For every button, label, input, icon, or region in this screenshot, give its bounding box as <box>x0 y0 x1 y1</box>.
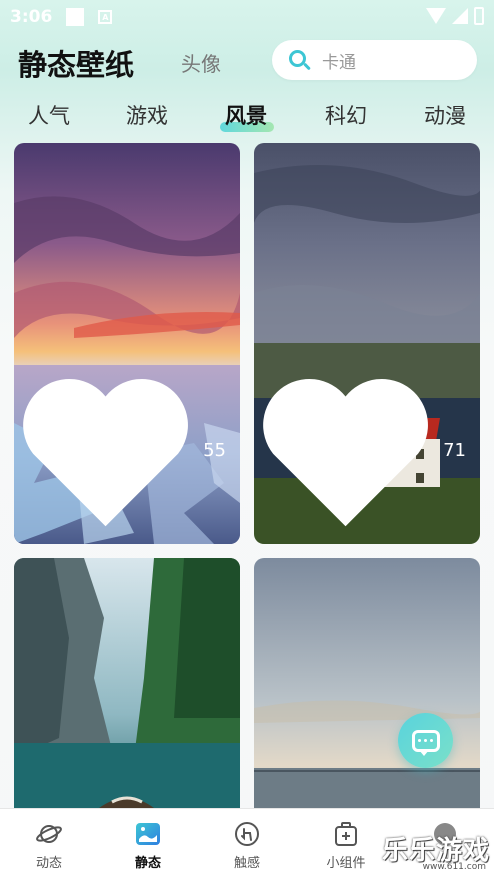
wifi-icon <box>426 8 446 24</box>
header: 静态壁纸 头像 卡通 <box>0 38 494 88</box>
notification-icon <box>66 8 85 26</box>
wallpaper-card[interactable]: 71 <box>254 143 480 544</box>
wallpaper-image <box>14 558 240 818</box>
planet-icon <box>36 825 62 843</box>
image-icon <box>136 823 160 845</box>
like-count-text: 55 <box>203 439 226 461</box>
nav-item-static[interactable]: 静态 <box>108 821 188 871</box>
app-notification-icon: A <box>98 10 113 24</box>
page-title[interactable]: 静态壁纸 <box>18 42 134 84</box>
nav-item-widget[interactable]: 小组件 <box>306 821 386 871</box>
nav-label: 小组件 <box>326 856 366 871</box>
tab-scifi[interactable]: 科幻 <box>325 100 367 130</box>
heart-icon <box>263 379 428 527</box>
nav-label: 静态 <box>134 856 161 871</box>
tab-anime[interactable]: 动漫 <box>424 100 466 130</box>
wallpaper-card[interactable] <box>14 558 240 818</box>
touch-icon <box>235 822 259 846</box>
status-time: 3:06 <box>10 7 53 27</box>
tab-scenery[interactable]: 风景 <box>225 100 267 130</box>
nav-label: 动态 <box>35 856 62 871</box>
widget-icon <box>335 822 357 846</box>
nav-item-touch[interactable]: 触感 <box>207 821 287 871</box>
wallpaper-card[interactable]: 55 <box>14 143 240 544</box>
wallpaper-card[interactable] <box>254 558 480 818</box>
nav-label: 触感 <box>233 856 260 871</box>
signal-icon <box>452 8 468 24</box>
search-input[interactable]: 卡通 <box>322 48 356 73</box>
nav-item-dynamic[interactable]: 动态 <box>9 821 89 871</box>
like-count[interactable]: 55 <box>14 366 226 534</box>
battery-icon <box>474 7 484 25</box>
tab-avatar[interactable]: 头像 <box>181 48 221 77</box>
status-icons <box>426 7 484 25</box>
heart-icon <box>23 379 188 527</box>
like-count-text: 71 <box>443 439 466 461</box>
chat-bubble-icon <box>411 729 440 756</box>
search-bar[interactable]: 卡通 <box>272 40 477 80</box>
tab-popular[interactable]: 人气 <box>28 100 70 130</box>
like-count[interactable]: 71 <box>254 366 466 534</box>
tab-games[interactable]: 游戏 <box>126 100 168 130</box>
category-tabs: 人气 游戏 风景 科幻 动漫 <box>0 100 494 134</box>
feedback-button[interactable] <box>398 713 453 768</box>
status-bar: 3:06 A <box>0 0 494 34</box>
watermark-url: www.611.com <box>422 862 486 872</box>
search-icon <box>288 49 311 71</box>
wallpaper-image <box>254 558 480 818</box>
